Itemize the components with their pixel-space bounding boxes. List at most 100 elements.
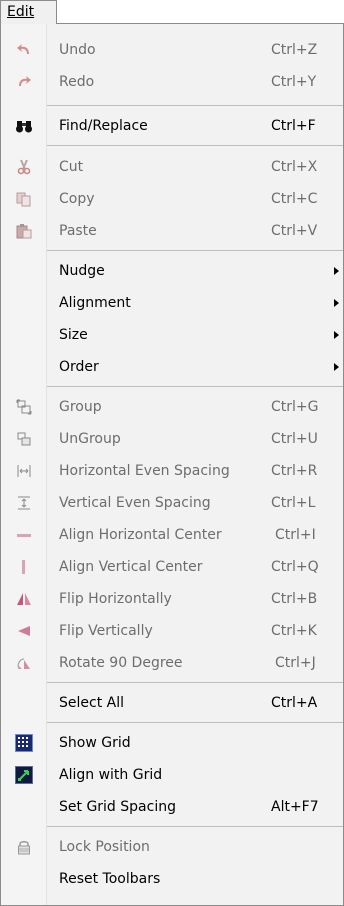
menu-bar: Edit (0, 0, 344, 24)
menu-item-copy[interactable]: Copy Ctrl+C (1, 183, 343, 215)
menu-item-label: Size (59, 327, 88, 343)
menu-item-label: Redo (59, 74, 95, 90)
submenu-arrow-icon (334, 363, 339, 371)
menu-item-label: Horizontal Even Spacing (59, 463, 230, 479)
menu-item-shortcut: Ctrl+V (271, 223, 318, 239)
menu-item-label: Alignment (59, 295, 131, 311)
group-icon (1, 391, 46, 423)
menu-item-label: Order (59, 359, 99, 375)
menu-item-label: Set Grid Spacing (59, 799, 176, 815)
menu-item-label: Group (59, 399, 102, 415)
menu-item-show-grid[interactable]: Show Grid (1, 727, 343, 759)
menu-item-find-replace[interactable]: Find/Replace Ctrl+F (1, 110, 343, 142)
menu-item-align-vertical-center[interactable]: Align Vertical Center Ctrl+Q (1, 551, 343, 583)
menu-item-horizontal-even-spacing[interactable]: Horizontal Even Spacing Ctrl+R (1, 455, 343, 487)
menu-item-select-all[interactable]: Select All Ctrl+A (1, 687, 343, 719)
edit-menu-dropdown: Undo Ctrl+Z Redo Ctrl+Y Find/Replace Ctr… (0, 23, 344, 906)
menu-item-set-grid-spacing[interactable]: Set Grid Spacing Alt+F7 (1, 791, 343, 823)
menu-item-label: Align with Grid (59, 767, 163, 783)
menu-item-shortcut: Ctrl+Q (271, 559, 319, 575)
menu-item-label: Copy (59, 191, 95, 207)
menu-item-redo[interactable]: Redo Ctrl+Y (1, 66, 343, 98)
menu-item-rotate-90[interactable]: Rotate 90 Degree Ctrl+J (1, 647, 343, 679)
menu-item-shortcut: Ctrl+F (271, 118, 316, 134)
menu-item-label: UnGroup (59, 431, 121, 447)
menu-item-order[interactable]: Order (1, 351, 343, 383)
edit-menu-title-text: Edit (7, 4, 35, 20)
menu-separator (47, 250, 343, 251)
menu-item-shortcut: Ctrl+Y (271, 74, 317, 90)
flip-horizontal-icon (1, 583, 46, 615)
redo-icon (1, 66, 46, 98)
menu-separator (47, 105, 343, 106)
ungroup-icon (1, 423, 46, 455)
rotate-icon (1, 647, 46, 679)
menu-item-shortcut: Ctrl+R (271, 463, 318, 479)
menu-item-flip-horizontally[interactable]: Flip Horizontally Ctrl+B (1, 583, 343, 615)
menu-item-flip-vertically[interactable]: Flip Vertically Ctrl+K (1, 615, 343, 647)
horizontal-spacing-icon (1, 455, 46, 487)
menu-item-cut[interactable]: Cut Ctrl+X (1, 151, 343, 183)
menu-item-shortcut: Ctrl+A (271, 695, 318, 711)
edit-menu-title[interactable]: Edit (0, 0, 57, 24)
menu-item-shortcut: Ctrl+Z (271, 42, 318, 58)
menu-item-shortcut: Ctrl+L (271, 495, 316, 511)
menu-item-label: Find/Replace (59, 118, 148, 134)
menu-item-vertical-even-spacing[interactable]: Vertical Even Spacing Ctrl+L (1, 487, 343, 519)
menu-item-label: Lock Position (59, 839, 150, 855)
menu-item-label: Paste (59, 223, 97, 239)
menu-item-label: Rotate 90 Degree (59, 655, 183, 671)
menu-item-shortcut: Ctrl+B (271, 591, 318, 607)
align-grid-checked-icon (1, 759, 46, 791)
menu-item-label: Cut (59, 159, 84, 175)
copy-icon (1, 183, 46, 215)
grid-checked-icon (1, 727, 46, 759)
menu-item-nudge[interactable]: Nudge (1, 255, 343, 287)
menu-item-lock-position[interactable]: Lock Position (1, 831, 343, 863)
menu-item-label: Select All (59, 695, 124, 711)
menu-item-label: Align Vertical Center (59, 559, 203, 575)
paste-icon (1, 215, 46, 247)
menu-item-align-with-grid[interactable]: Align with Grid (1, 759, 343, 791)
menu-separator (47, 145, 343, 146)
vertical-spacing-icon (1, 487, 46, 519)
menu-item-shortcut: Ctrl+J (275, 655, 316, 671)
menu-item-shortcut: Ctrl+K (271, 623, 317, 639)
undo-icon (1, 34, 46, 66)
menu-item-shortcut: Ctrl+G (271, 399, 319, 415)
submenu-arrow-icon (334, 331, 339, 339)
menu-separator (47, 386, 343, 387)
submenu-arrow-icon (334, 267, 339, 275)
menu-item-label: Undo (59, 42, 96, 58)
menu-item-shortcut: Ctrl+I (275, 527, 316, 543)
menu-item-size[interactable]: Size (1, 319, 343, 351)
menu-item-paste[interactable]: Paste Ctrl+V (1, 215, 343, 247)
flip-vertical-icon (1, 615, 46, 647)
menu-item-label: Reset Toolbars (59, 871, 161, 887)
menu-item-group[interactable]: Group Ctrl+G (1, 391, 343, 423)
menu-item-reset-toolbars[interactable]: Reset Toolbars (1, 863, 343, 895)
menu-item-shortcut: Ctrl+U (271, 431, 318, 447)
scissors-icon (1, 151, 46, 183)
menu-item-align-horizontal-center[interactable]: Align Horizontal Center Ctrl+I (1, 519, 343, 551)
menu-item-label: Flip Vertically (59, 623, 153, 639)
align-horizontal-center-icon (1, 519, 46, 551)
menu-item-label: Show Grid (59, 735, 131, 751)
menu-item-shortcut: Alt+F7 (271, 799, 319, 815)
menu-item-label: Vertical Even Spacing (59, 495, 211, 511)
menu-item-label: Align Horizontal Center (59, 527, 222, 543)
binoculars-icon (1, 110, 46, 142)
menu-item-shortcut: Ctrl+C (271, 191, 318, 207)
menu-separator (47, 826, 343, 827)
menu-item-alignment[interactable]: Alignment (1, 287, 343, 319)
menu-item-ungroup[interactable]: UnGroup Ctrl+U (1, 423, 343, 455)
submenu-arrow-icon (334, 299, 339, 307)
menu-separator (47, 722, 343, 723)
menu-item-label: Flip Horizontally (59, 591, 172, 607)
menu-item-label: Nudge (59, 263, 105, 279)
menu-item-undo[interactable]: Undo Ctrl+Z (1, 34, 343, 66)
menu-item-shortcut: Ctrl+X (271, 159, 318, 175)
lock-icon (1, 831, 46, 863)
align-vertical-center-icon (1, 551, 46, 583)
menu-separator (47, 682, 343, 683)
